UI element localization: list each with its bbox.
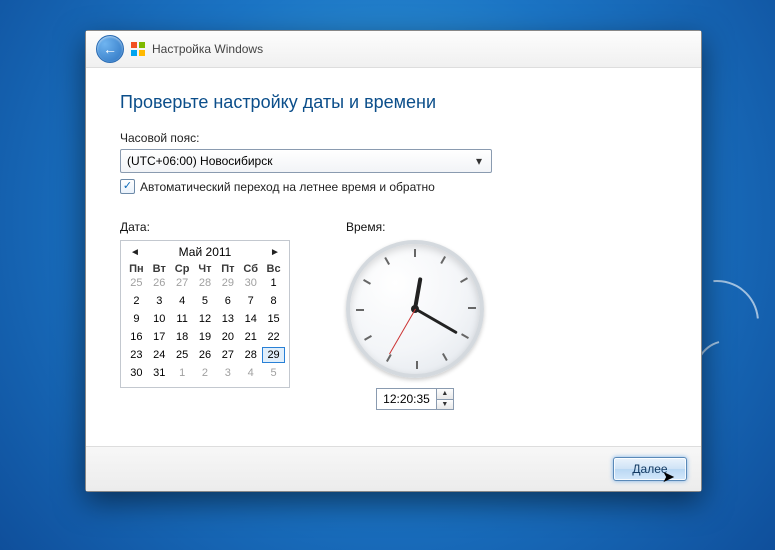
calendar-day[interactable]: 25 bbox=[125, 275, 148, 291]
dst-label: Автоматический переход на летнее время и… bbox=[140, 180, 435, 194]
calendar-day[interactable]: 25 bbox=[171, 347, 194, 363]
dst-checkbox[interactable]: ✓ bbox=[120, 179, 135, 194]
footer: Далее ➤ bbox=[86, 446, 701, 491]
calendar-day[interactable]: 26 bbox=[148, 275, 171, 291]
calendar-day[interactable]: 2 bbox=[194, 365, 217, 381]
calendar-day[interactable]: 3 bbox=[148, 293, 171, 309]
chevron-down-icon: ▾ bbox=[471, 153, 487, 169]
analog-clock bbox=[346, 240, 484, 378]
back-button[interactable]: ← bbox=[96, 35, 124, 63]
calendar: ◄ Май 2011 ► ПнВтСрЧтПтСбВс 252627282930… bbox=[120, 240, 290, 388]
calendar-month-label: Май 2011 bbox=[179, 245, 232, 259]
calendar-day[interactable]: 4 bbox=[171, 293, 194, 309]
calendar-day[interactable]: 14 bbox=[239, 311, 262, 327]
calendar-dow: Сб bbox=[239, 263, 262, 275]
calendar-day[interactable]: 9 bbox=[125, 311, 148, 327]
calendar-day[interactable]: 2 bbox=[125, 293, 148, 309]
calendar-day[interactable]: 29 bbox=[216, 275, 239, 291]
calendar-day[interactable]: 13 bbox=[216, 311, 239, 327]
calendar-day[interactable]: 21 bbox=[239, 329, 262, 345]
calendar-dow: Вт bbox=[148, 263, 171, 275]
time-spin-up[interactable]: ▲ bbox=[437, 389, 453, 400]
calendar-day[interactable]: 19 bbox=[194, 329, 217, 345]
calendar-day[interactable]: 11 bbox=[171, 311, 194, 327]
calendar-day[interactable]: 30 bbox=[239, 275, 262, 291]
calendar-day[interactable]: 17 bbox=[148, 329, 171, 345]
date-label: Дата: bbox=[120, 220, 320, 234]
page-heading: Проверьте настройку даты и времени bbox=[120, 92, 667, 113]
check-icon: ✓ bbox=[123, 181, 132, 192]
calendar-day[interactable]: 3 bbox=[216, 365, 239, 381]
calendar-day[interactable]: 27 bbox=[216, 347, 239, 363]
calendar-dow: Ср bbox=[171, 263, 194, 275]
window-title: Настройка Windows bbox=[152, 42, 263, 56]
calendar-dow: Чт bbox=[194, 263, 217, 275]
time-spin-down[interactable]: ▼ bbox=[437, 400, 453, 410]
calendar-day[interactable]: 31 bbox=[148, 365, 171, 381]
calendar-day[interactable]: 27 bbox=[171, 275, 194, 291]
calendar-day[interactable]: 16 bbox=[125, 329, 148, 345]
calendar-day[interactable]: 28 bbox=[239, 347, 262, 363]
timezone-selected-value: (UTC+06:00) Новосибирск bbox=[127, 154, 272, 168]
calendar-day[interactable]: 24 bbox=[148, 347, 171, 363]
calendar-day[interactable]: 22 bbox=[262, 329, 285, 345]
titlebar: ← Настройка Windows bbox=[86, 31, 701, 68]
windows-icon bbox=[130, 41, 146, 57]
calendar-day[interactable]: 15 bbox=[262, 311, 285, 327]
calendar-day[interactable]: 5 bbox=[194, 293, 217, 309]
calendar-dow: Пт bbox=[216, 263, 239, 275]
setup-window: ← Настройка Windows Проверьте настройку … bbox=[85, 30, 702, 492]
calendar-dow: Вс bbox=[262, 263, 285, 275]
calendar-day[interactable]: 6 bbox=[216, 293, 239, 309]
timezone-label: Часовой пояс: bbox=[120, 131, 667, 145]
calendar-day[interactable]: 8 bbox=[262, 293, 285, 309]
calendar-day[interactable]: 29 bbox=[262, 347, 285, 363]
calendar-day[interactable]: 1 bbox=[171, 365, 194, 381]
timezone-dropdown[interactable]: (UTC+06:00) Новосибирск ▾ bbox=[120, 149, 492, 173]
calendar-day[interactable]: 18 bbox=[171, 329, 194, 345]
calendar-day[interactable]: 23 bbox=[125, 347, 148, 363]
dst-row: ✓ Автоматический переход на летнее время… bbox=[120, 179, 667, 194]
calendar-day[interactable]: 4 bbox=[239, 365, 262, 381]
calendar-day[interactable]: 30 bbox=[125, 365, 148, 381]
calendar-day[interactable]: 1 bbox=[262, 275, 285, 291]
calendar-day[interactable]: 20 bbox=[216, 329, 239, 345]
calendar-day[interactable]: 12 bbox=[194, 311, 217, 327]
next-button[interactable]: Далее bbox=[613, 457, 687, 481]
calendar-next-month[interactable]: ► bbox=[269, 247, 281, 258]
calendar-prev-month[interactable]: ◄ bbox=[129, 247, 141, 258]
calendar-dow: Пн bbox=[125, 263, 148, 275]
time-value[interactable]: 12:20:35 bbox=[377, 389, 436, 409]
content-area: Проверьте настройку даты и времени Часов… bbox=[86, 68, 701, 446]
calendar-day[interactable]: 5 bbox=[262, 365, 285, 381]
calendar-day[interactable]: 7 bbox=[239, 293, 262, 309]
calendar-day[interactable]: 10 bbox=[148, 311, 171, 327]
time-label: Время: bbox=[346, 220, 484, 234]
time-spinner[interactable]: 12:20:35 ▲ ▼ bbox=[376, 388, 454, 410]
arrow-left-icon: ← bbox=[103, 41, 117, 57]
next-button-label: Далее bbox=[632, 462, 667, 476]
calendar-day[interactable]: 26 bbox=[194, 347, 217, 363]
calendar-day[interactable]: 28 bbox=[194, 275, 217, 291]
